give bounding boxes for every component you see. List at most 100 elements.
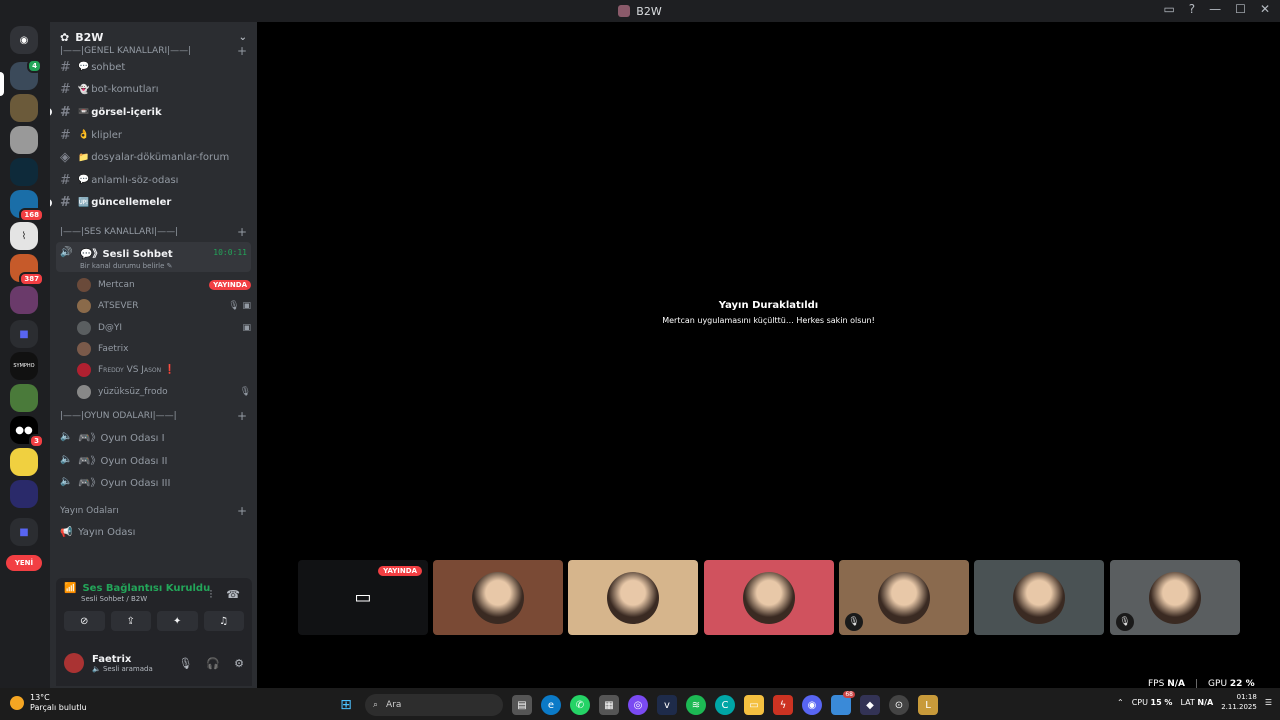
notifications-icon[interactable]: ☰	[1265, 698, 1272, 707]
edge-icon[interactable]: e	[541, 695, 561, 715]
app-icon-2[interactable]: C	[715, 695, 735, 715]
category-general[interactable]: |——|GENEL KANALLARI|——| +	[50, 44, 257, 58]
server-icon-6[interactable]: ⌇	[10, 222, 38, 250]
weather-widget[interactable]: 13°C Parçalı bulutlu	[10, 693, 87, 713]
channel-status[interactable]: Bir kanal durumu belirle ✎	[80, 262, 247, 270]
channel-forum[interactable]: ◈ 📁 dosyalar-dökümanlar-forum	[50, 146, 257, 169]
server-icon-7[interactable]: 387	[10, 254, 44, 286]
server-b2w[interactable]: 4	[10, 59, 42, 90]
help-icon[interactable]: ?	[1189, 2, 1195, 16]
noise-suppression-icon[interactable]: ⫶	[210, 588, 213, 602]
server-icon-9[interactable]: SYMPHO	[10, 352, 38, 380]
add-channel-icon[interactable]: +	[237, 409, 247, 423]
user-status: 🔈 Sesli aramada	[92, 664, 153, 673]
server-icon-2[interactable]	[10, 94, 38, 122]
participant-tile[interactable]	[974, 560, 1104, 635]
disconnect-icon[interactable]: ☎	[226, 588, 240, 602]
server-icon-10[interactable]	[10, 384, 38, 412]
user-panel: Faetrix 🔈 Sesli aramada 🎙 🎧 ⚙	[56, 640, 252, 686]
category-games[interactable]: |——|OYUN ODALARI|——| +	[50, 406, 257, 426]
folder-icon-2[interactable]: ■	[10, 518, 38, 546]
user-avatar[interactable]	[64, 653, 84, 673]
channel-bot-komutlari[interactable]: # 👻 bot-komutları	[50, 79, 257, 102]
stage-channel[interactable]: 📢 Yayın Odası	[50, 521, 257, 544]
server-icon-11[interactable]: ●● 3	[10, 416, 44, 448]
chevron-up-icon[interactable]: ⌃	[1117, 698, 1124, 707]
speaker-icon: 🔈	[60, 476, 73, 488]
voice-user[interactable]: ATSEVER 🎙 ▣	[50, 296, 257, 317]
discord-taskbar-icon[interactable]: ◉	[802, 695, 822, 715]
channel-anlamli-soz[interactable]: # 💬 anlamlı-söz-odası	[50, 169, 257, 192]
server-rail: ◉ 4 168 ⌇ 387 ■ SYMPHO ●● 3 ■ YENİ	[0, 22, 50, 688]
chevron-down-icon[interactable]: ⌄	[239, 32, 247, 43]
channel-klipler[interactable]: # 👌 klipler	[50, 124, 257, 147]
avatar	[743, 571, 795, 624]
live-badge: YAYINDA	[209, 279, 251, 290]
voice-user[interactable]: Freddy VS Jason ❗	[50, 360, 257, 381]
inbox-icon[interactable]: ▭	[1163, 2, 1174, 16]
category-streams[interactable]: Yayın Odaları +	[50, 501, 257, 521]
app-icon-3[interactable]: ϟ	[773, 695, 793, 715]
participant-tile[interactable]: ▭ YAYINDA	[298, 560, 428, 635]
maximize-icon[interactable]: ☐	[1235, 2, 1246, 16]
voice-user[interactable]: Mertcan YAYINDA	[50, 274, 257, 295]
channel-gorsel-icerik[interactable]: # 📼 görsel-içerik	[50, 101, 257, 124]
activity-icon: ▣	[242, 322, 251, 333]
stream-stage[interactable]: Yayın Duraklatıldı Mertcan uygulamasını …	[257, 22, 1280, 688]
vivaldi-icon[interactable]: v	[657, 695, 677, 715]
hash-icon: #	[60, 104, 71, 120]
mic-icon[interactable]: 🎙	[178, 657, 192, 670]
new-badge[interactable]: YENİ	[6, 555, 42, 571]
file-explorer-icon[interactable]: ▭	[744, 695, 764, 715]
store-icon[interactable]: ▦	[599, 695, 619, 715]
screen-share-button[interactable]: ⇪	[110, 611, 151, 631]
server-icon-13[interactable]	[10, 480, 38, 508]
speaker-icon: 🔊	[60, 247, 73, 259]
voice-channel-active[interactable]: 🔊 💬》Sesli Sohbet 10:0:11 Bir kanal durumu …	[56, 242, 251, 273]
participant-tile[interactable]	[433, 560, 563, 635]
voice-user[interactable]: D@YI ▣	[50, 317, 257, 338]
folder-icon[interactable]: ■	[10, 320, 38, 348]
voice-user[interactable]: yüzüksüz_frodo 🎙	[50, 381, 257, 402]
participant-tile[interactable]: 🎙	[1110, 560, 1240, 635]
participant-tile[interactable]	[704, 560, 834, 635]
soundboard-button[interactable]: ♫	[203, 611, 244, 631]
search-box[interactable]: ⌕ Ara	[365, 694, 503, 716]
whatsapp-icon[interactable]: ✆	[570, 695, 590, 715]
camera-button[interactable]: ⊘	[64, 611, 105, 631]
clock[interactable]: 01:18 2.11.2025	[1221, 692, 1257, 712]
discord-home-icon[interactable]: ◉	[10, 26, 38, 54]
app-icon[interactable]: ◎	[628, 695, 648, 715]
add-channel-icon[interactable]: +	[237, 225, 247, 239]
voice-channel[interactable]: 🔈 🎮》Oyun Odası II	[50, 448, 257, 471]
gear-icon[interactable]: ⚙	[234, 657, 244, 670]
server-icon-3[interactable]	[10, 126, 38, 154]
category-voice[interactable]: |——|SES KANALLARI|——| +	[50, 222, 257, 242]
app-icon-6[interactable]: ⊙	[889, 695, 909, 715]
server-icon-5[interactable]: 168	[10, 190, 44, 222]
channel-sohbet[interactable]: # 💬 sohbet	[50, 56, 257, 79]
app-icon-4[interactable]: 68	[831, 691, 855, 715]
search-icon: ⌕	[373, 700, 379, 710]
close-icon[interactable]: ✕	[1260, 2, 1270, 16]
server-icon-12[interactable]	[10, 448, 38, 476]
speaker-icon: 🔈	[60, 431, 73, 443]
start-button[interactable]: ⊞	[336, 695, 356, 715]
server-icon-8[interactable]	[10, 286, 38, 314]
participant-tile[interactable]: 🎙	[839, 560, 969, 635]
server-icon-4[interactable]	[10, 158, 38, 186]
activities-button[interactable]: ✦	[157, 611, 198, 631]
participant-tile[interactable]	[568, 560, 698, 635]
channel-guncellemeler[interactable]: # 🆙 güncellemeler	[50, 192, 257, 215]
league-icon[interactable]: L	[918, 695, 938, 715]
task-view-icon[interactable]: ▤	[512, 695, 532, 715]
voice-user[interactable]: Faetrix	[50, 338, 257, 359]
app-icon-5[interactable]: ◆	[860, 695, 880, 715]
minimize-icon[interactable]: —	[1209, 2, 1221, 16]
add-channel-icon[interactable]: +	[237, 504, 247, 518]
voice-channel[interactable]: 🔈 🎮》Oyun Odası III	[50, 471, 257, 494]
voice-channel[interactable]: 🔈 🎮》Oyun Odası I	[50, 426, 257, 449]
spotify-icon[interactable]: ≋	[686, 695, 706, 715]
headphones-icon[interactable]: 🎧	[206, 657, 220, 670]
system-tray: ⌃ CPU 15 % LAT N/A 01:18 2.11.2025 ☰	[1117, 692, 1272, 712]
